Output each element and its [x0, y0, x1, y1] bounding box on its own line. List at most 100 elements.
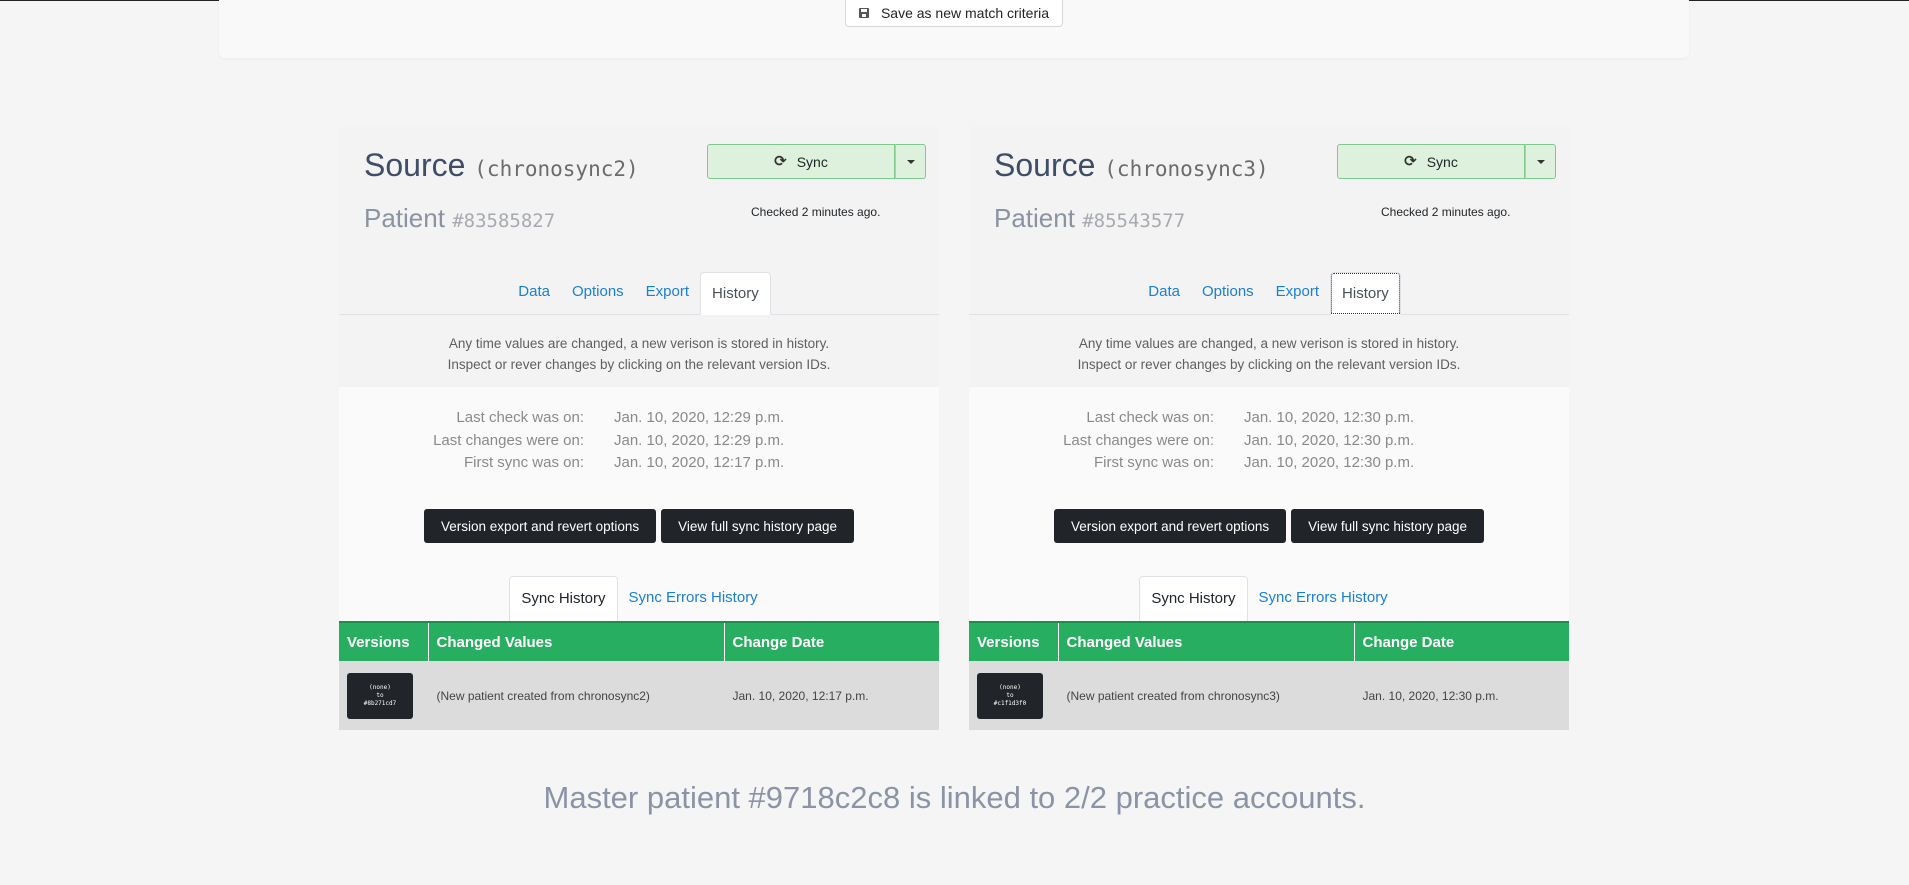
refresh-icon: ⟳	[774, 153, 787, 170]
history-actions: Version export and revert options View f…	[969, 509, 1569, 543]
version-from: (none)	[999, 683, 1021, 691]
history-description-line: Inspect or rever changes by clicking on …	[1077, 357, 1461, 372]
tab-data[interactable]: Data	[507, 271, 561, 314]
table-header-row: Versions Changed Values Change Date	[339, 621, 939, 661]
master-patient-summary: Master patient #9718c2c8 is linked to 2/…	[543, 780, 1366, 815]
history-description-line: Any time values are changed, a new veris…	[448, 336, 830, 351]
checked-status: Checked 2 minutes ago.	[1381, 205, 1511, 219]
patient-title: Patient #83585827	[364, 203, 555, 234]
version-to: to	[1006, 691, 1014, 699]
version-id: #8b271cd7	[363, 699, 397, 707]
info-value: Jan. 10, 2020, 12:30 p.m.	[1244, 409, 1415, 426]
sync-label: Sync	[1426, 153, 1458, 170]
info-row: First sync was on: Jan. 10, 2020, 12:30 …	[1039, 452, 1499, 475]
sync-history-table: Versions Changed Values Change Date (non…	[969, 621, 1569, 730]
info-value: Jan. 10, 2020, 12:29 p.m.	[614, 409, 785, 426]
checked-status: Checked 2 minutes ago.	[751, 205, 881, 219]
info-label: Last changes were on:	[1063, 431, 1214, 449]
table-header-row: Versions Changed Values Change Date	[969, 621, 1569, 661]
changed-values-cell: (New patient created from chronosync3)	[1057, 661, 1354, 730]
column-header-versions: Versions	[969, 621, 1058, 661]
changed-values-cell: (New patient created from chronosync2)	[427, 661, 724, 730]
version-export-revert-button[interactable]: Version export and revert options	[1054, 509, 1287, 543]
refresh-icon: ⟳	[1404, 153, 1417, 170]
tab-sync-errors-history[interactable]: Sync Errors History	[1248, 576, 1399, 621]
tab-options[interactable]: Options	[1191, 271, 1265, 314]
source-name: (chronosync3)	[1104, 157, 1269, 181]
tab-data[interactable]: Data	[1137, 271, 1191, 314]
panel-tabs: Data Options Export History	[339, 272, 939, 315]
column-header-changed-values: Changed Values	[427, 621, 724, 661]
sync-button-group: ⟳ Sync	[1337, 144, 1556, 179]
sync-button[interactable]: ⟳ Sync	[1337, 144, 1525, 179]
source-panel-chronosync3: Source (chronosync3) Patient #85543577 ⟳…	[969, 127, 1569, 730]
column-header-changed-values: Changed Values	[1057, 621, 1354, 661]
change-date-cell: Jan. 10, 2020, 12:17 p.m.	[723, 661, 939, 730]
sync-button[interactable]: ⟳ Sync	[707, 144, 895, 179]
version-cell: (none) to #c1f1d3f0	[969, 661, 1058, 730]
sync-dropdown-toggle[interactable]	[1525, 144, 1556, 179]
sync-label: Sync	[796, 153, 828, 170]
save-match-criteria-button[interactable]: Save as new match criteria	[845, 0, 1063, 27]
patient-id: #83585827	[452, 210, 556, 232]
table-row: (none) to #c1f1d3f0 (New patient created…	[969, 661, 1569, 730]
column-header-change-date: Change Date	[1353, 621, 1569, 661]
tab-options[interactable]: Options	[561, 271, 635, 314]
tab-history[interactable]: History	[700, 272, 771, 315]
source-title: Source (chronosync3)	[994, 147, 1269, 184]
tab-export[interactable]: Export	[635, 271, 700, 314]
history-description: Any time values are changed, a new veris…	[339, 333, 939, 375]
history-description-line: Any time values are changed, a new veris…	[1078, 336, 1460, 351]
patient-label: Patient	[994, 203, 1075, 233]
sync-dropdown-toggle[interactable]	[895, 144, 926, 179]
source-name: (chronosync2)	[474, 157, 639, 181]
source-label: Source	[994, 147, 1096, 183]
version-id: #c1f1d3f0	[993, 699, 1027, 707]
history-sub-tabs: Sync History Sync Errors History	[339, 576, 939, 621]
info-value: Jan. 10, 2020, 12:17 p.m.	[614, 454, 785, 471]
view-full-history-button[interactable]: View full sync history page	[661, 509, 854, 543]
source-panel-chronosync2: Source (chronosync2) Patient #83585827 ⟳…	[339, 127, 939, 730]
version-id-button[interactable]: (none) to #c1f1d3f0	[977, 672, 1043, 719]
caret-down-icon	[906, 159, 915, 164]
save-match-criteria-label: Save as new match criteria	[880, 5, 1050, 21]
patient-title: Patient #85543577	[994, 203, 1185, 234]
panel-tabs: Data Options Export History	[969, 272, 1569, 315]
info-label: Last changes were on:	[433, 431, 584, 449]
history-sub-tabs: Sync History Sync Errors History	[969, 576, 1569, 621]
tab-history[interactable]: History	[1330, 272, 1401, 315]
tab-sync-history[interactable]: Sync History	[509, 576, 618, 621]
info-row: Last check was on: Jan. 10, 2020, 12:30 …	[1039, 407, 1499, 430]
tab-sync-history[interactable]: Sync History	[1139, 576, 1248, 621]
view-full-history-button[interactable]: View full sync history page	[1291, 509, 1484, 543]
info-label: First sync was on:	[463, 454, 584, 471]
caret-down-icon	[1536, 159, 1545, 164]
info-row: Last check was on: Jan. 10, 2020, 12:29 …	[409, 407, 869, 430]
history-info-card: Last check was on: Jan. 10, 2020, 12:29 …	[339, 387, 939, 730]
info-label: Last check was on:	[1086, 409, 1214, 426]
patient-id: #85543577	[1082, 210, 1186, 232]
info-row: First sync was on: Jan. 10, 2020, 12:17 …	[409, 452, 869, 475]
version-cell: (none) to #8b271cd7	[339, 661, 428, 730]
history-info-card: Last check was on: Jan. 10, 2020, 12:30 …	[969, 387, 1569, 730]
history-description-line: Inspect or rever changes by clicking on …	[447, 357, 831, 372]
info-value: Jan. 10, 2020, 12:29 p.m.	[614, 431, 785, 449]
sync-timestamps: Last check was on: Jan. 10, 2020, 12:29 …	[409, 407, 869, 475]
info-value: Jan. 10, 2020, 12:30 p.m.	[1244, 454, 1415, 471]
info-label: First sync was on:	[1093, 454, 1214, 471]
version-from: (none)	[369, 683, 391, 691]
version-export-revert-button[interactable]: Version export and revert options	[424, 509, 657, 543]
sync-timestamps: Last check was on: Jan. 10, 2020, 12:30 …	[1039, 407, 1499, 475]
tab-export[interactable]: Export	[1265, 271, 1330, 314]
version-id-button[interactable]: (none) to #8b271cd7	[347, 672, 413, 719]
info-label: Last check was on:	[456, 409, 584, 426]
table-row: (none) to #8b271cd7 (New patient created…	[339, 661, 939, 730]
tab-sync-errors-history[interactable]: Sync Errors History	[618, 576, 769, 621]
history-description: Any time values are changed, a new veris…	[969, 333, 1569, 375]
floppy-disk-icon	[858, 8, 869, 18]
change-date-cell: Jan. 10, 2020, 12:30 p.m.	[1353, 661, 1569, 730]
source-title: Source (chronosync2)	[364, 147, 639, 184]
info-value: Jan. 10, 2020, 12:30 p.m.	[1244, 431, 1415, 449]
source-label: Source	[364, 147, 466, 183]
version-to: to	[376, 691, 384, 699]
